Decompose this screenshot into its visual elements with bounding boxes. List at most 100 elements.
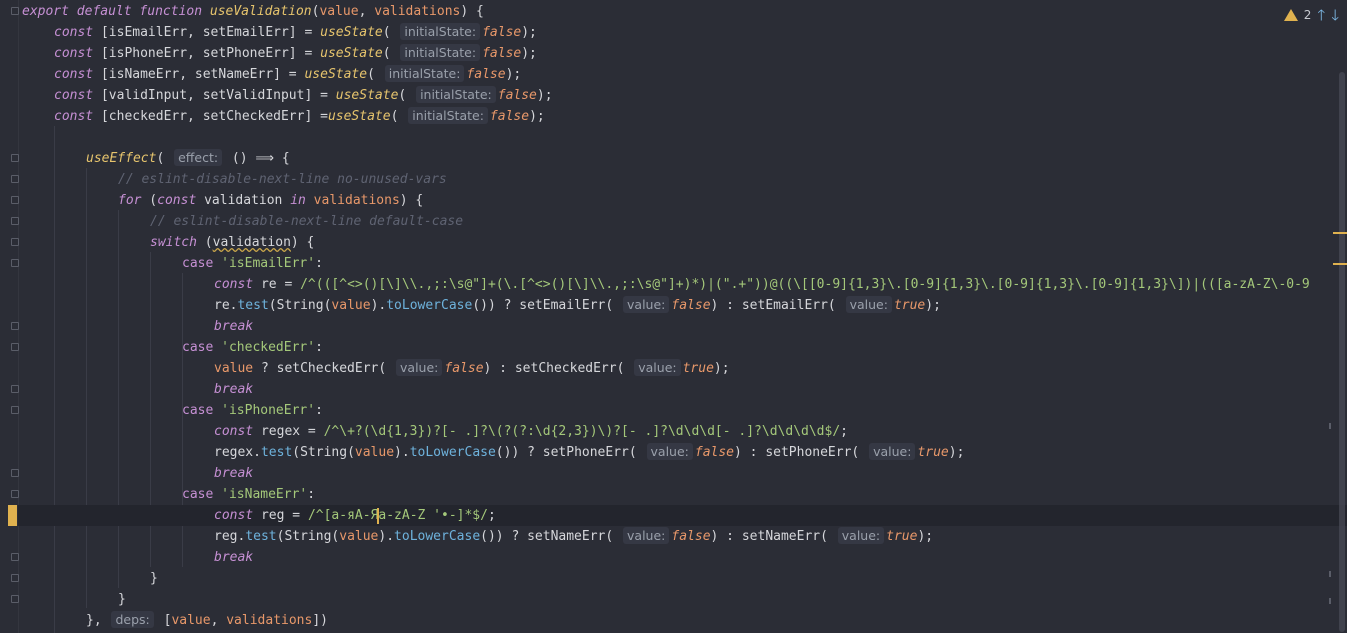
- keyword: export: [22, 4, 69, 19]
- code-line[interactable]: case 'isPhoneErr':: [18, 400, 1347, 421]
- boolean: false: [466, 67, 506, 82]
- arrow-up-icon[interactable]: 🡑: [1317, 5, 1325, 25]
- punctuation: );: [536, 88, 553, 103]
- changed-line-marker[interactable]: [8, 505, 17, 526]
- punctuation: :: [315, 340, 323, 355]
- code-line[interactable]: for (const validation in validations) {: [18, 190, 1347, 211]
- parameter-hint: value:: [646, 443, 693, 460]
- arrow-down-icon[interactable]: 🡓: [1331, 5, 1339, 25]
- keyword: const: [214, 508, 254, 523]
- code-line[interactable]: reg.test(String(value).toLowerCase()) ? …: [18, 526, 1347, 547]
- punctuation: );: [948, 445, 965, 460]
- code-line[interactable]: break: [18, 316, 1347, 337]
- punctuation: );: [521, 25, 537, 40]
- method: test: [237, 298, 269, 313]
- code-editor[interactable]: export default function useValidation(va…: [18, 0, 1347, 633]
- punctuation: (: [367, 67, 383, 82]
- regex: a-zA-Z '•-]*$/: [378, 508, 488, 523]
- code-line[interactable]: export default function useValidation(va…: [18, 1, 1347, 22]
- function-name: useState: [320, 46, 383, 61]
- code-text: regex =: [253, 424, 324, 439]
- punctuation: ;: [487, 508, 496, 523]
- warning-stripe-marker[interactable]: [1333, 263, 1347, 265]
- regex: /^\+?(\d{1,3})?[- .]?\(?(?:\d{2,3})\)?[-…: [323, 424, 841, 439]
- code-line[interactable]: break: [18, 379, 1347, 400]
- function-name: useEffect: [86, 151, 157, 166]
- code-line[interactable]: const regex = /^\+?(\d{1,3})?[- .]?\(?(?…: [18, 421, 1347, 442]
- code-line[interactable]: const [validInput, setValidInput] = useS…: [18, 85, 1347, 106]
- punctuation: (: [382, 25, 399, 40]
- punctuation: }: [150, 571, 158, 586]
- code-line[interactable]: case 'checkedErr':: [18, 337, 1347, 358]
- code-line[interactable]: case 'isNameErr':: [18, 484, 1347, 505]
- keyword: case: [182, 487, 214, 502]
- punctuation: }: [118, 592, 126, 607]
- punctuation: );: [529, 109, 545, 124]
- punctuation: :: [315, 256, 323, 271]
- code-line[interactable]: // eslint-disable-next-line default-case: [18, 211, 1347, 232]
- vertical-scrollbar[interactable]: [1339, 72, 1345, 632]
- code-text: ? setCheckedErr(: [253, 361, 395, 376]
- parameter: value: [339, 529, 379, 544]
- keyword: case: [182, 256, 214, 271]
- method: test: [260, 445, 293, 460]
- code-line[interactable]: break: [18, 547, 1347, 568]
- string: 'checkedErr': [213, 340, 316, 355]
- string: 'isPhoneErr': [213, 403, 316, 418]
- code-line[interactable]: }: [18, 589, 1347, 610]
- boolean: true: [682, 361, 714, 376]
- keyword: const: [214, 277, 254, 292]
- current-code-line[interactable]: const reg = /^[а-яА-Яa-zA-Z '•-]*$/;: [18, 505, 1347, 526]
- keyword: break: [214, 319, 254, 334]
- punctuation: (: [141, 193, 158, 208]
- warning-stripe-marker[interactable]: [1333, 232, 1347, 234]
- editor-gutter: [0, 0, 19, 633]
- keyword: const: [54, 25, 94, 40]
- keyword: const: [54, 67, 94, 82]
- punctuation: ]): [312, 613, 328, 628]
- function-name: useState: [327, 109, 391, 124]
- code-line[interactable]: const [checkedErr, setCheckedErr] =useSt…: [18, 106, 1347, 127]
- punctuation: (: [196, 235, 213, 250]
- code-line[interactable]: const [isNameErr, setNameErr] = useState…: [18, 64, 1347, 85]
- comment: // eslint-disable-next-line default-case: [150, 214, 464, 229]
- function-name: useState: [335, 88, 399, 103]
- punctuation: ) {: [399, 193, 424, 208]
- punctuation: [: [155, 613, 172, 628]
- code-line[interactable]: useEffect( effect: () ⟹ {: [18, 148, 1347, 169]
- parameter: validations: [305, 193, 400, 208]
- keyword: default: [76, 4, 132, 19]
- punctuation: );: [713, 361, 730, 376]
- parameter: value: [354, 445, 395, 460]
- code-text: [checkedErr, setCheckedErr] =: [93, 109, 328, 124]
- code-text: re =: [253, 277, 301, 292]
- code-line[interactable]: }, deps: [value, validations]): [18, 610, 1347, 631]
- code-line[interactable]: const [isPhoneErr, setPhoneErr] = useSta…: [18, 43, 1347, 64]
- parameter-hint: effect:: [174, 149, 223, 166]
- keyword: case: [182, 403, 214, 418]
- code-text: ) : setPhoneErr(: [734, 445, 868, 460]
- punctuation: );: [505, 67, 522, 82]
- punctuation: ,: [210, 613, 227, 628]
- code-line[interactable]: }: [18, 568, 1347, 589]
- code-line[interactable]: regex.test(String(value).toLowerCase()) …: [18, 442, 1347, 463]
- code-line[interactable]: const re = /^(([^<>()[\]\\.,;:\s@"]+(\.[…: [18, 274, 1347, 295]
- keyword: break: [214, 466, 254, 481]
- punctuation: },: [86, 613, 110, 628]
- code-line[interactable]: break: [18, 463, 1347, 484]
- code-line[interactable]: switch (validation) {: [18, 232, 1347, 253]
- code-line[interactable]: re.test(String(value).toLowerCase()) ? s…: [18, 295, 1347, 316]
- warning-count[interactable]: 2: [1304, 8, 1312, 22]
- code-text: reg =: [253, 508, 308, 523]
- code-line[interactable]: value ? setCheckedErr( value: false) : se…: [18, 358, 1347, 379]
- code-line[interactable]: // eslint-disable-next-line no-unused-va…: [18, 169, 1347, 190]
- code-line[interactable]: const [isEmailErr, setEmailErr] = useSta…: [18, 22, 1347, 43]
- boolean: false: [671, 529, 711, 544]
- boolean: true: [886, 529, 918, 544]
- punctuation: );: [917, 529, 934, 544]
- punctuation: (: [398, 88, 415, 103]
- code-text: ) : setCheckedErr(: [483, 361, 633, 376]
- inspection-widget[interactable]: 2 🡑 🡓: [1283, 5, 1339, 25]
- code-line[interactable]: case 'isEmailErr':: [18, 253, 1347, 274]
- warning-triangle-icon[interactable]: [1283, 9, 1298, 21]
